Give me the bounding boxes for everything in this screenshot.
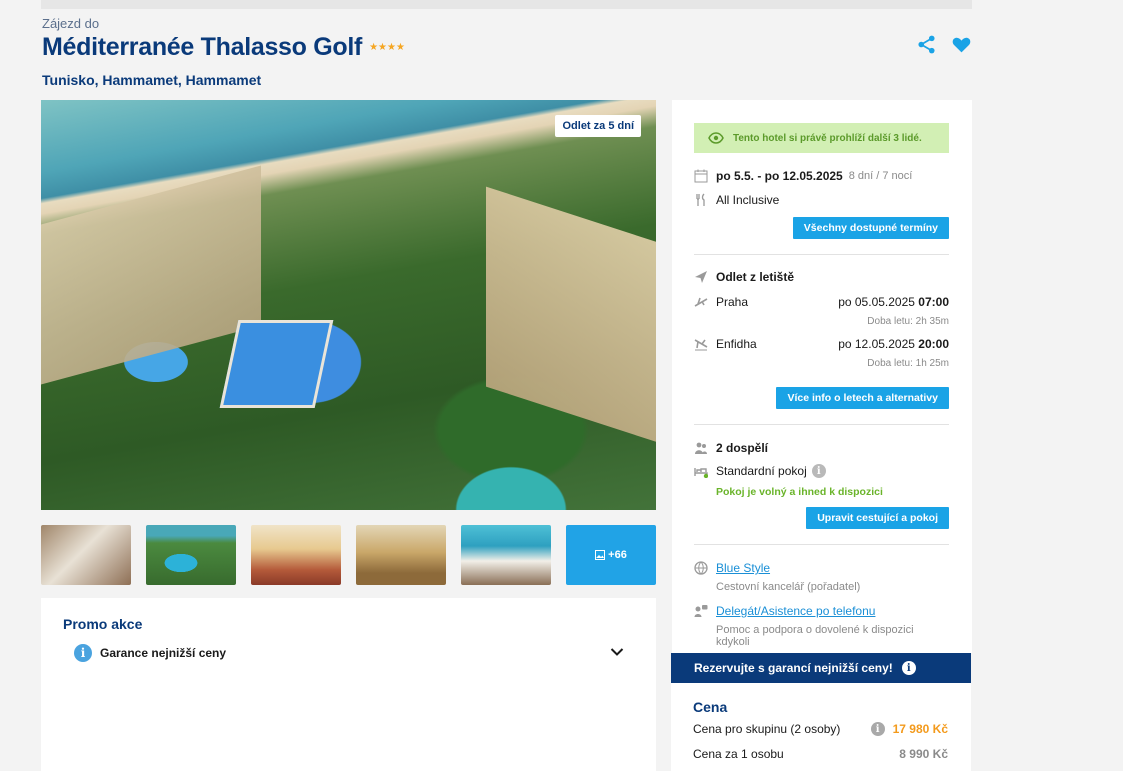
trip-duration: 8 dní / 7 nocí xyxy=(848,170,913,182)
top-search-bar xyxy=(41,0,972,9)
board-type: All Inclusive xyxy=(716,193,780,207)
bed-icon xyxy=(694,464,708,478)
share-icon[interactable] xyxy=(916,34,937,60)
trip-kicker: Zájezd do xyxy=(42,16,100,31)
person-price-value: 8 990 Kč xyxy=(899,747,948,761)
best-price-label: Rezervujte s garancí nejnižší ceny! xyxy=(694,661,893,675)
thumbnail-terrace[interactable] xyxy=(461,525,551,585)
organizer-desc-row: Cestovní kancelář (pořadatel) xyxy=(694,581,949,593)
board-row: All Inclusive xyxy=(694,193,949,207)
outbound-time: 07:00 xyxy=(918,295,949,309)
hotel-title: Méditerranée Thalasso Golf xyxy=(42,33,363,61)
viewers-notice: Tento hotel si právě prohlíží další 3 li… xyxy=(694,123,949,153)
outbound-duration: Doba letu: 2h 35m xyxy=(867,316,949,327)
departure-heading: Odlet z letiště xyxy=(716,270,795,284)
promo-item[interactable]: i Garance nejnižší ceny xyxy=(74,644,624,662)
flights-info-button[interactable]: Více info o letech a alternativy xyxy=(776,387,949,409)
outbound-duration-row: Doba letu: 2h 35m xyxy=(694,316,949,327)
promo-title: Promo akce xyxy=(63,616,143,632)
divider xyxy=(694,544,949,545)
support-link[interactable]: Delegát/Asistence po telefonu xyxy=(716,604,875,618)
outbound-flight: Praha po 05.05.2025 07:00 xyxy=(694,295,949,309)
calendar-icon xyxy=(694,169,708,183)
promo-item-label: Garance nejnižší ceny xyxy=(100,646,227,660)
divider xyxy=(694,424,949,425)
room-info-icon[interactable]: i xyxy=(811,464,826,478)
organizer-row: Blue Style xyxy=(694,561,949,575)
travellers-row: 2 dospělí xyxy=(694,441,949,455)
divider xyxy=(694,254,949,255)
globe-icon xyxy=(694,561,708,575)
image-icon xyxy=(595,550,606,560)
thumbnail-restaurant[interactable] xyxy=(251,525,341,585)
person-price-row: Cena za 1 osobu 8 990 Kč xyxy=(693,747,948,761)
inbound-duration-row: Doba letu: 1h 25m xyxy=(694,358,949,369)
star-rating: ★★★★ xyxy=(369,42,405,53)
takeoff-icon xyxy=(694,295,708,309)
chevron-down-icon[interactable] xyxy=(610,647,624,657)
support-desc-row: Pomoc a podpora o dovolené k dispozici k… xyxy=(694,624,949,648)
room-type: Standardní pokoj xyxy=(716,464,807,478)
inbound-time: 20:00 xyxy=(918,337,949,351)
viewers-text: Tento hotel si právě prohlíží další 3 li… xyxy=(733,132,922,144)
price-title: Cena xyxy=(693,699,728,715)
promo-section: Promo akce i Garance nejnižší ceny xyxy=(41,598,656,771)
inbound-airport: Enfidha xyxy=(716,337,757,351)
cutlery-icon xyxy=(694,193,708,207)
support-chat-icon xyxy=(694,604,708,618)
photo-building-left xyxy=(41,165,261,385)
support-row: Delegát/Asistence po telefonu xyxy=(694,604,949,618)
hotel-location[interactable]: Tunisko, Hammamet, Hammamet xyxy=(42,72,972,88)
support-desc: Pomoc a podpora o dovolené k dispozici k… xyxy=(716,624,914,648)
thumbnail-lobby[interactable] xyxy=(41,525,131,585)
eye-icon xyxy=(708,132,724,144)
group-price-value: 17 980 Kč xyxy=(892,722,948,736)
thumbnail-aerial[interactable] xyxy=(146,525,236,585)
inbound-duration: Doba letu: 1h 25m xyxy=(867,358,949,369)
more-photos-button[interactable]: +66 xyxy=(566,525,656,585)
departure-heading-row: Odlet z letiště xyxy=(694,270,949,284)
hotel-header: Zájezd do Méditerranée Thalasso Golf ★★★… xyxy=(42,16,972,88)
favorite-heart-icon[interactable] xyxy=(951,34,972,60)
organizer-desc: Cestovní kancelář (pořadatel) xyxy=(716,581,861,593)
photo-thumbnails: +66 xyxy=(41,525,656,585)
price-info-icon[interactable]: i xyxy=(870,722,885,736)
booking-panel: Tento hotel si právě prohlíží další 3 li… xyxy=(672,100,972,653)
group-price-row: Cena pro skupinu (2 osoby) i 17 980 Kč xyxy=(693,722,948,736)
all-dates-button[interactable]: Všechny dostupné termíny xyxy=(792,217,949,239)
photo-building-right xyxy=(486,186,656,444)
outbound-airport: Praha xyxy=(716,295,749,309)
thumbnail-bar[interactable] xyxy=(356,525,446,585)
group-price-label: Cena pro skupinu (2 osoby) xyxy=(693,722,841,736)
plane-icon xyxy=(694,270,708,284)
organizer-link[interactable]: Blue Style xyxy=(716,561,770,575)
person-price-label: Cena za 1 osobu xyxy=(693,747,784,761)
info-icon: i xyxy=(74,644,92,662)
trip-dates-row: po 5.5. - po 12.05.2025 8 dní / 7 nocí xyxy=(694,169,949,183)
hotel-main-photo[interactable]: Odlet za 5 dní xyxy=(41,100,656,510)
room-row: Standardní pokoj i xyxy=(694,464,949,478)
travellers-count: 2 dospělí xyxy=(716,441,769,455)
departure-badge: Odlet za 5 dní xyxy=(555,115,641,137)
inbound-date: po 12.05.2025 xyxy=(838,337,915,351)
outbound-date: po 05.05.2025 xyxy=(838,295,915,309)
price-section: Cena Cena pro skupinu (2 osoby) i 17 980… xyxy=(671,683,971,771)
trip-dates: po 5.5. - po 12.05.2025 xyxy=(716,169,843,183)
edit-travellers-button[interactable]: Upravit cestující a pokoj xyxy=(806,507,949,529)
photo-pool xyxy=(219,320,334,408)
room-status-row: Pokoj je volný a ihned k dispozici xyxy=(694,486,949,498)
inbound-flight: Enfidha po 12.05.2025 20:00 xyxy=(694,337,949,351)
room-status: Pokoj je volný a ihned k dispozici xyxy=(716,486,883,498)
landing-icon xyxy=(694,337,708,351)
info-icon[interactable]: i xyxy=(901,661,916,675)
more-photos-count: +66 xyxy=(608,549,627,561)
best-price-banner[interactable]: Rezervujte s garancí nejnižší ceny! i xyxy=(671,653,971,683)
people-icon xyxy=(694,441,708,455)
